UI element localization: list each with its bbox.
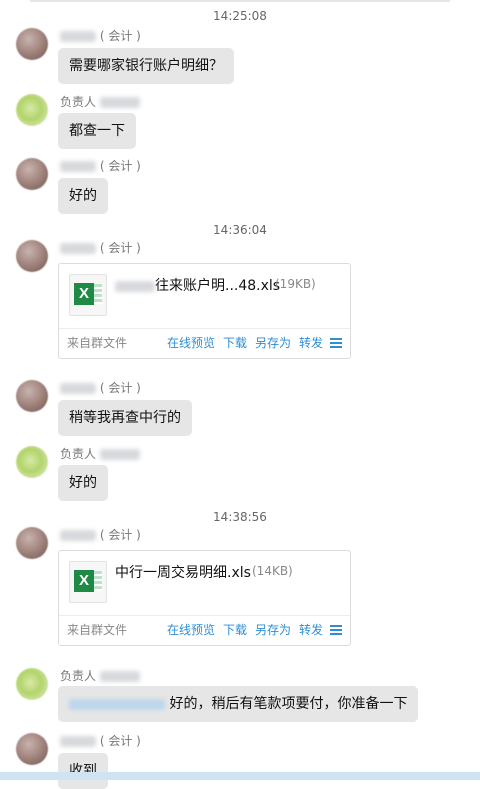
save-as-link[interactable]: 另存为 [255, 328, 291, 359]
redacted-name [60, 530, 96, 541]
excel-icon: X [69, 561, 107, 603]
file-card-footer: 来自群文件 在线预览 下载 另存为 转发 [67, 328, 342, 359]
avatar-accountant[interactable] [16, 527, 48, 559]
timestamp: 14:38:56 [213, 510, 267, 524]
file-card-footer: 来自群文件 在线预览 下载 另存为 转发 [67, 615, 342, 646]
forward-link[interactable]: 转发 [299, 328, 323, 359]
input-area-edge [0, 772, 480, 780]
sender-name: 负责人 [60, 668, 140, 684]
redacted-name [99, 97, 140, 108]
hamburger-menu-icon[interactable] [330, 625, 342, 635]
message-bubble: 需要哪家银行账户明细？ [58, 48, 234, 84]
sender-role: 负责人 [60, 447, 97, 461]
download-link[interactable]: 下载 [223, 615, 247, 646]
avatar-accountant[interactable] [16, 28, 48, 60]
message-bubble: 好的，稍后有笔款项要付，你准备一下 [58, 686, 419, 722]
sender-role: ( 会计 ) [99, 528, 141, 542]
avatar-manager[interactable] [16, 94, 48, 126]
avatar-accountant[interactable] [16, 240, 48, 272]
sender-role: ( 会计 ) [99, 241, 141, 255]
avatar-accountant[interactable] [16, 380, 48, 412]
avatar-manager[interactable] [16, 446, 48, 478]
sender-name: ( 会计 ) [60, 733, 141, 749]
redacted-name [60, 243, 96, 254]
timestamp: 14:36:04 [213, 223, 267, 237]
redacted-name [60, 161, 96, 172]
message-bubble: 好的 [58, 465, 108, 501]
file-size: (19KB) [275, 277, 316, 291]
avatar-accountant[interactable] [16, 733, 48, 765]
sender-role: 负责人 [60, 669, 97, 683]
redacted-name [60, 383, 96, 394]
download-link[interactable]: 下载 [223, 328, 247, 359]
avatar-accountant[interactable] [16, 158, 48, 190]
redacted-filename [115, 280, 155, 292]
sender-name: 负责人 [60, 446, 140, 462]
message-bubble: 稍等我再查中行的 [58, 400, 192, 436]
sender-name: ( 会计 ) [60, 158, 141, 174]
sender-name: 负责人 [60, 94, 140, 110]
top-divider [30, 0, 450, 2]
preview-online-link[interactable]: 在线预览 [167, 615, 215, 646]
forward-link[interactable]: 转发 [299, 615, 323, 646]
message-bubble: 收到 [58, 753, 108, 789]
sender-name: ( 会计 ) [60, 240, 141, 256]
message-bubble: 好的 [58, 178, 108, 214]
redacted-mention [69, 698, 165, 710]
sender-role: 负责人 [60, 95, 97, 109]
timestamp: 14:25:08 [213, 9, 267, 23]
sender-role: ( 会计 ) [99, 159, 141, 173]
redacted-name [60, 736, 96, 747]
redacted-name [99, 449, 140, 460]
file-name[interactable]: 中行一周交易明细.xls [115, 562, 251, 582]
file-size: (14KB) [252, 564, 293, 578]
sender-name: ( 会计 ) [60, 527, 141, 543]
hamburger-menu-icon[interactable] [330, 338, 342, 348]
file-name[interactable]: 往来账户明...48.xls [115, 275, 280, 295]
sender-role: ( 会计 ) [99, 734, 141, 748]
sender-role: ( 会计 ) [99, 29, 141, 43]
save-as-link[interactable]: 另存为 [255, 615, 291, 646]
preview-online-link[interactable]: 在线预览 [167, 328, 215, 359]
file-card[interactable]: X 中行一周交易明细.xls (14KB) 来自群文件 在线预览 下载 另存为 … [58, 550, 351, 646]
sender-role: ( 会计 ) [99, 381, 141, 395]
avatar-manager[interactable] [16, 668, 48, 700]
redacted-name [60, 31, 96, 42]
file-source-label: 来自群文件 [67, 336, 128, 350]
message-bubble: 都查一下 [58, 113, 136, 149]
sender-name: ( 会计 ) [60, 28, 141, 44]
sender-name: ( 会计 ) [60, 380, 141, 396]
redacted-name [99, 671, 140, 682]
file-source-label: 来自群文件 [67, 623, 128, 637]
file-card[interactable]: X 往来账户明...48.xls (19KB) 来自群文件 在线预览 下载 另存… [58, 263, 351, 359]
excel-icon: X [69, 274, 107, 316]
